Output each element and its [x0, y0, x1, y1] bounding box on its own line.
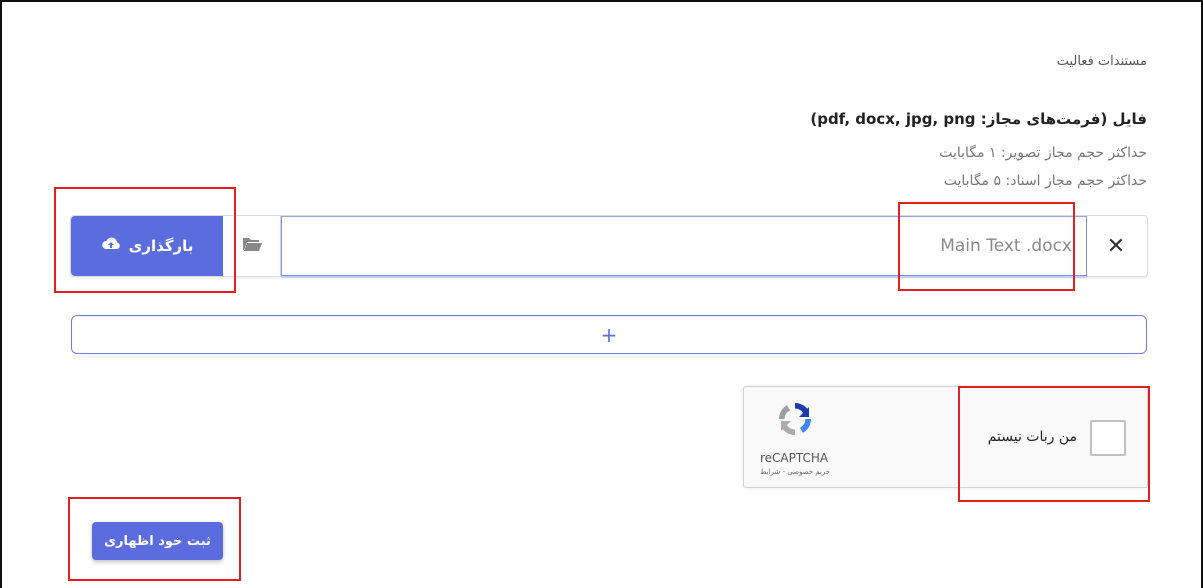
file-field-label: فایل (فرمت‌های مجاز: pdf, docx, jpg, png… [810, 110, 1147, 128]
image-size-hint: حداکثر حجم مجاز تصویر: ۱ مگابایت [939, 145, 1147, 161]
highlight-box-submit [68, 497, 241, 581]
plus-icon: + [600, 322, 618, 347]
recaptcha-terms-link[interactable]: حریم خصوصی - شرایط [760, 468, 830, 476]
recaptcha-logo-icon [760, 399, 860, 479]
add-file-button[interactable]: + [71, 315, 1147, 354]
recaptcha-brand: reCAPTCHA [760, 451, 829, 465]
highlight-box-filename [898, 202, 1075, 291]
folder-open-icon [242, 236, 262, 256]
document-size-hint: حداکثر حجم مجاز اسناد: ۵ مگابایت [943, 173, 1147, 189]
section-title: مستندات فعالیت [1056, 54, 1147, 69]
clear-file-button[interactable]: ✕ [1085, 216, 1147, 276]
highlight-box-captcha [958, 386, 1150, 502]
highlight-box-upload [54, 187, 236, 293]
close-icon: ✕ [1106, 233, 1126, 259]
